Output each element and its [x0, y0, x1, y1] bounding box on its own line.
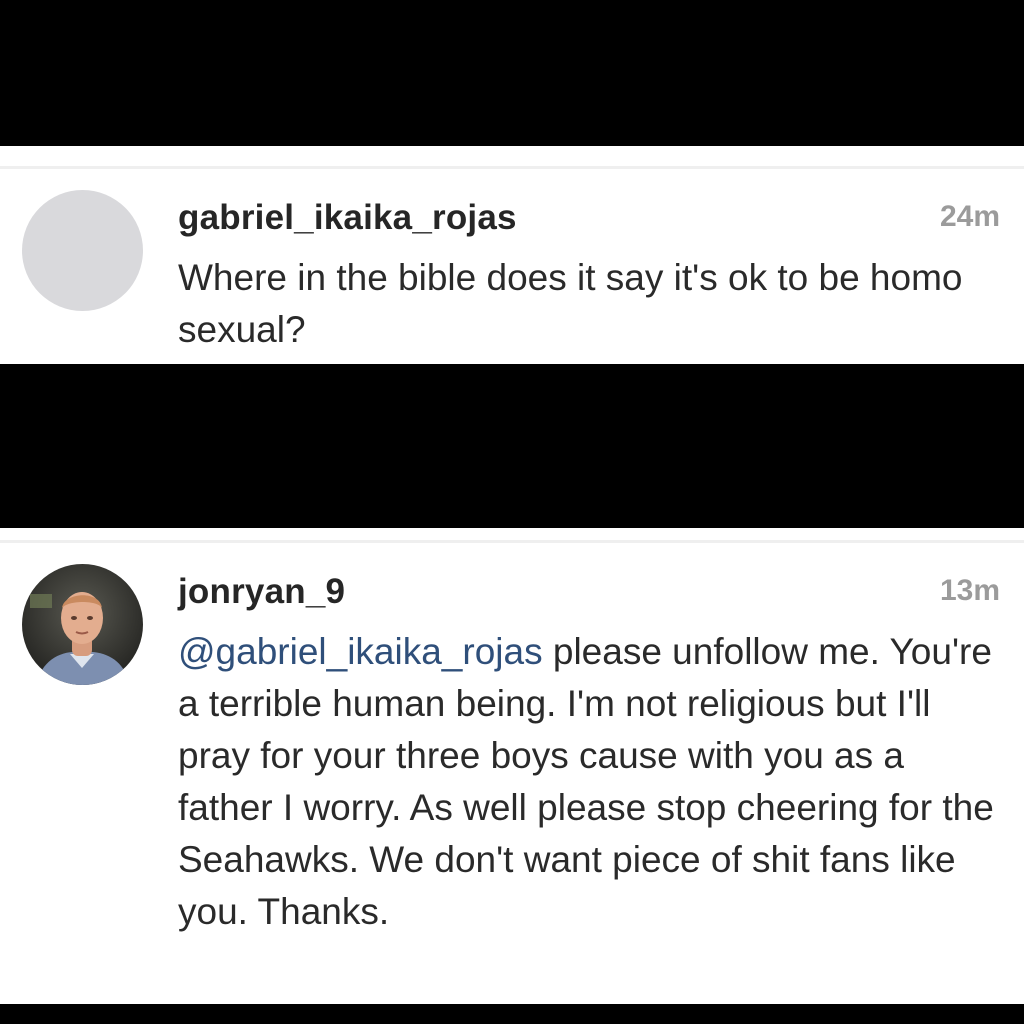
- divider: [0, 166, 1024, 169]
- comment-timestamp: 13m: [939, 574, 1000, 607]
- mention-link[interactable]: @gabriel_ikaika_rojas: [178, 631, 543, 672]
- comment-timestamp: 24m: [939, 200, 1000, 233]
- comment-body: please unfollow me. You're a terrible hu…: [178, 631, 994, 932]
- profile-photo-icon: [22, 564, 143, 685]
- comment-username[interactable]: gabriel_ikaika_rojas: [178, 198, 517, 238]
- comment-text: @gabriel_ikaika_rojas please unfollow me…: [178, 626, 998, 938]
- divider: [0, 540, 1024, 543]
- avatar[interactable]: [22, 564, 143, 685]
- middle-redaction-band: [0, 364, 1024, 528]
- comment-text: Where in the bible does it say it's ok t…: [178, 257, 963, 350]
- comment-item: gabriel_ikaika_rojas 24m Where in the bi…: [0, 146, 1024, 364]
- bottom-redaction-band: [0, 1004, 1024, 1024]
- top-redaction-band: [0, 0, 1024, 146]
- comment-item: jonryan_9 13m @gabriel_ikaika_rojas plea…: [0, 528, 1024, 1004]
- comment-username[interactable]: jonryan_9: [178, 572, 345, 612]
- avatar-placeholder[interactable]: [22, 190, 143, 311]
